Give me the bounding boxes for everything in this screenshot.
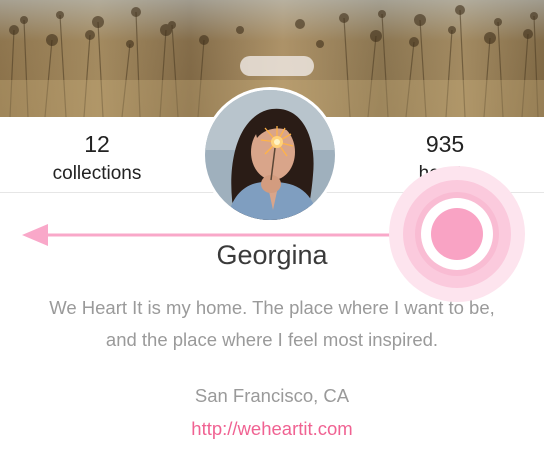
avatar[interactable] <box>205 90 335 220</box>
profile-name: Georgina <box>216 240 328 270</box>
profile-screen: 12 collections 935 hearts <box>0 0 544 468</box>
collections-count: 12 <box>84 131 110 157</box>
profile-website-link[interactable]: http://weheartit.com <box>0 418 544 440</box>
hearts-count: 935 <box>425 131 465 157</box>
touch-indicator-icon <box>389 166 525 302</box>
avatar-photo <box>205 90 335 220</box>
collections-label: collections <box>52 163 142 184</box>
drag-handle[interactable] <box>240 56 314 76</box>
profile-bio: We Heart It is my home. The place where … <box>20 292 524 356</box>
bio-line: and the place where I feel most inspired… <box>105 329 439 350</box>
bio-line: We Heart It is my home. The place where … <box>49 297 495 318</box>
profile-location: San Francisco, CA <box>194 385 350 406</box>
collections-stat[interactable]: 12 collections <box>32 131 162 187</box>
